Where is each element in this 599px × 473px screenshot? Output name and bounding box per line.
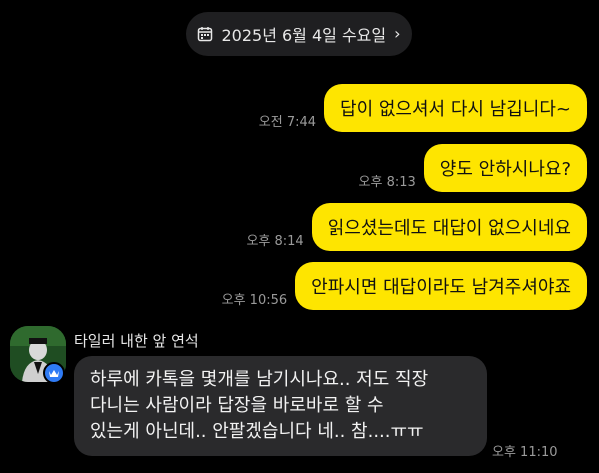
verified-badge-icon <box>43 362 65 384</box>
outgoing-message-bubble[interactable]: 읽으셨는데도 대답이 없으시네요 <box>311 203 587 251</box>
message-line: 다니는 사람이라 답장을 바로바로 할 수 <box>90 395 384 416</box>
message-time: 오후 11:10 <box>492 445 558 460</box>
outgoing-message-bubble[interactable]: 답이 없으셔서 다시 남깁니다~ <box>324 84 587 132</box>
outgoing-message-row: 오전 7:44 답이 없으셔서 다시 남깁니다~ <box>259 84 587 132</box>
message-time: 오전 7:44 <box>258 115 317 130</box>
incoming-message-bubble[interactable]: 하루에 카톡을 몇개를 남기시나요.. 저도 직장 다니는 사람이라 답장을 바… <box>74 356 487 456</box>
message-time: 오후 8:13 <box>358 175 416 190</box>
outgoing-message-row: 오후 8:14 읽으셨는데도 대답이 없으시네요 <box>246 203 587 251</box>
message-time: 오후 10:56 <box>221 293 288 308</box>
message-time: 오후 8:14 <box>246 234 304 249</box>
chevron-right-icon: › <box>394 24 401 43</box>
outgoing-message-bubble[interactable]: 안파시면 대답이라도 남겨주셔야죠 <box>295 262 587 310</box>
outgoing-message-row: 오후 8:13 양도 안하시나요? <box>359 144 587 192</box>
outgoing-message-row: 오후 10:56 안파시면 대답이라도 남겨주셔야죠 <box>222 262 587 310</box>
date-header-label: 2025년 6월 4일 수요일 <box>221 26 387 45</box>
sender-name[interactable]: 타일러 내한 앞 연석 <box>74 330 199 351</box>
message-line: 있는게 아닌데.. 안팔겠습니다 네.. 참....ㅠㅠ <box>90 421 424 442</box>
message-line: 하루에 카톡을 몇개를 남기시나요.. 저도 직장 <box>90 369 429 390</box>
calendar-icon <box>198 27 213 42</box>
date-header-pill[interactable]: 2025년 6월 4일 수요일 › <box>186 12 412 56</box>
outgoing-message-bubble[interactable]: 양도 안하시나요? <box>423 144 587 192</box>
